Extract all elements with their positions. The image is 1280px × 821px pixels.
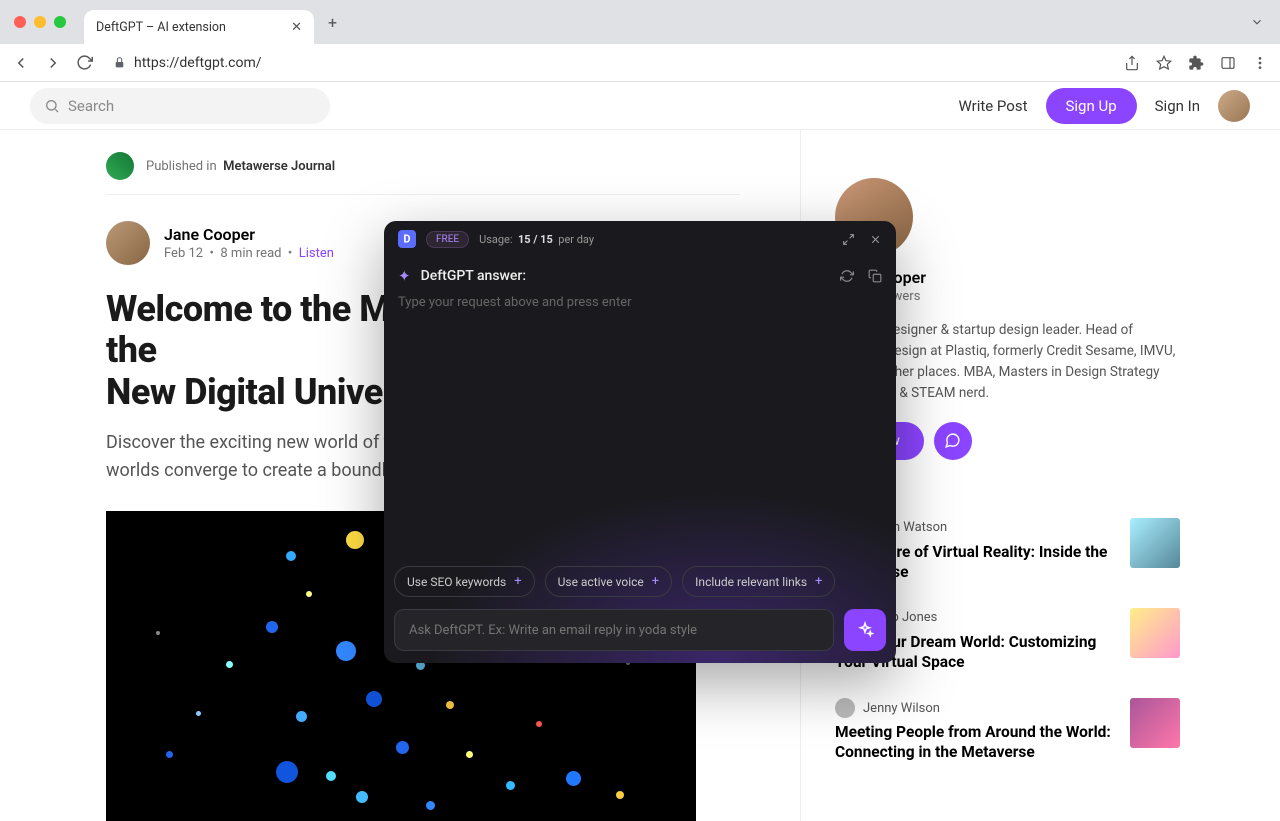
close-tab-icon[interactable]: ✕ <box>291 20 302 35</box>
deftgpt-bottom: Use SEO keywords+ Use active voice+ Incl… <box>384 554 896 663</box>
plus-icon: + <box>652 574 659 589</box>
publication-prefix: Published in <box>146 159 217 174</box>
plus-icon: + <box>815 574 822 589</box>
related-title: Meeting People from Around the World: Co… <box>835 722 1116 762</box>
related-thumb <box>1130 698 1180 748</box>
copy-icon[interactable] <box>868 269 882 283</box>
message-button[interactable] <box>934 422 972 460</box>
close-window-button[interactable] <box>14 16 26 28</box>
deftgpt-logo-icon <box>398 230 416 248</box>
side-panel-icon[interactable] <box>1220 55 1236 71</box>
new-tab-button[interactable]: + <box>328 13 337 32</box>
browser-tab[interactable]: DeftGPT – AI extension ✕ <box>84 10 314 44</box>
user-avatar[interactable] <box>1218 90 1250 122</box>
close-icon[interactable] <box>869 233 882 246</box>
extensions-icon[interactable] <box>1188 55 1204 71</box>
tab-title: DeftGPT – AI extension <box>96 20 226 35</box>
answer-placeholder: Type your request above and press enter <box>398 295 632 310</box>
maximize-window-button[interactable] <box>54 16 66 28</box>
author-avatar[interactable] <box>106 221 150 265</box>
publication-name[interactable]: Metawerse Journal <box>223 159 335 174</box>
back-button[interactable] <box>12 54 30 72</box>
tab-list-chevron-icon[interactable] <box>1250 15 1264 29</box>
article-meta: Feb 12 • 8 min read • Listen <box>164 246 334 261</box>
search-placeholder: Search <box>68 97 114 115</box>
forward-button[interactable] <box>44 54 62 72</box>
lock-icon <box>113 56 126 69</box>
suggestion-chip[interactable]: Use SEO keywords+ <box>394 566 535 597</box>
message-icon <box>944 432 961 449</box>
share-icon[interactable] <box>1124 55 1140 71</box>
related-item[interactable]: Jenny Wilson Meeting People from Around … <box>835 698 1180 762</box>
sparkle-icon: ✦ <box>398 267 411 285</box>
search-input[interactable]: Search <box>30 88 330 124</box>
related-thumb <box>1130 518 1180 568</box>
write-post-link[interactable]: Write Post <box>958 97 1027 115</box>
suggestion-chip[interactable]: Use active voice+ <box>545 566 673 597</box>
prompt-input[interactable] <box>394 609 834 651</box>
address-bar-row: https://deftgpt.com/ <box>0 44 1280 82</box>
refresh-icon[interactable] <box>840 269 854 283</box>
plus-icon: + <box>514 574 521 589</box>
listen-link[interactable]: Listen <box>299 246 334 261</box>
deftgpt-panel: FREE Usage: 15 / 15 per day ✦ DeftGPT an… <box>384 221 896 663</box>
plan-badge: FREE <box>426 231 469 248</box>
publish-date: Feb 12 <box>164 246 203 261</box>
url-text: https://deftgpt.com/ <box>134 55 262 71</box>
chrome-toolbar-icons <box>1124 55 1268 71</box>
address-bar[interactable]: https://deftgpt.com/ <box>107 55 1110 71</box>
related-author: Jenny Wilson <box>863 701 940 716</box>
usage-value: 15 / 15 <box>518 233 553 246</box>
reload-button[interactable] <box>76 54 93 71</box>
window-controls <box>14 16 66 28</box>
publication-avatar[interactable] <box>106 152 134 180</box>
browser-tab-strip: DeftGPT – AI extension ✕ + <box>0 0 1280 44</box>
read-time: 8 min read <box>220 246 281 261</box>
expand-icon[interactable] <box>842 233 855 246</box>
sign-up-button[interactable]: Sign Up <box>1046 88 1137 124</box>
deftgpt-answer-header: ✦ DeftGPT answer: <box>384 257 896 291</box>
deftgpt-topbar: FREE Usage: 15 / 15 per day <box>384 221 896 257</box>
publication-row: Published in Metawerse Journal <box>106 152 740 195</box>
answer-body: Type your request above and press enter <box>384 291 896 554</box>
usage-label: Usage: 15 / 15 per day <box>479 233 594 246</box>
suggestion-chip[interactable]: Include relevant links+ <box>682 566 835 597</box>
bookmark-star-icon[interactable] <box>1156 55 1172 71</box>
related-thumb <box>1130 608 1180 658</box>
sparkle-send-icon <box>856 621 874 639</box>
answer-label: DeftGPT answer: <box>421 268 526 284</box>
send-button[interactable] <box>844 609 886 651</box>
chrome-menu-icon[interactable] <box>1252 55 1268 71</box>
minimize-window-button[interactable] <box>34 16 46 28</box>
sign-in-link[interactable]: Sign In <box>1155 97 1200 115</box>
avatar <box>835 698 855 718</box>
author-name[interactable]: Jane Cooper <box>164 225 334 244</box>
site-header: Search Write Post Sign Up Sign In <box>0 82 1280 130</box>
search-icon <box>44 98 60 114</box>
